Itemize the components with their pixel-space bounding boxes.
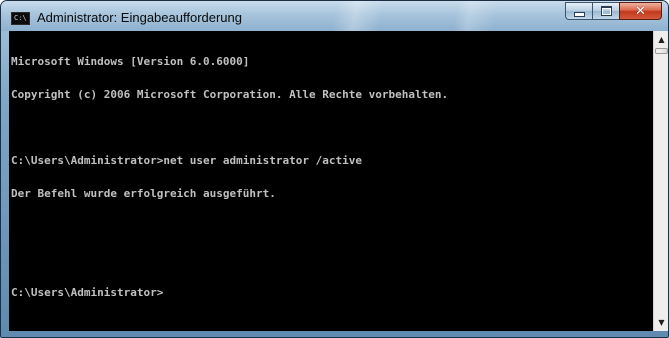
minimize-button[interactable] (565, 2, 592, 20)
window-controls: ✕ (565, 2, 662, 21)
close-icon: ✕ (635, 3, 646, 19)
minimize-icon (573, 11, 585, 17)
console-window: C:\ Administrator: Eingabeaufforderung ✕… (0, 0, 669, 338)
command-prompt-icon[interactable]: C:\ (11, 12, 30, 25)
console-line: Microsoft Windows [Version 6.0.6000] (11, 55, 250, 68)
title-bar[interactable]: C:\ Administrator: Eingabeaufforderung ✕ (1, 1, 668, 31)
console-prompt-line: C:\Users\Administrator> (11, 286, 164, 299)
arrow-down-icon: ▼ (658, 318, 665, 327)
close-button[interactable]: ✕ (619, 2, 662, 20)
vertical-scrollbar[interactable]: ▲ ▼ (653, 31, 668, 331)
console-text: Microsoft Windows [Version 6.0.6000] Cop… (11, 34, 448, 320)
console-line: Der Befehl wurde erfolgreich ausgeführt. (11, 187, 276, 200)
maximize-button[interactable] (592, 2, 619, 20)
console-output[interactable]: Microsoft Windows [Version 6.0.6000] Cop… (9, 31, 653, 331)
arrow-up-icon: ▲ (658, 35, 665, 44)
scrollbar-thumb[interactable] (655, 48, 668, 54)
console-line: C:\Users\Administrator>net user administ… (11, 154, 362, 167)
scroll-down-button[interactable]: ▼ (654, 314, 668, 331)
console-line: Copyright (c) 2006 Microsoft Corporation… (11, 88, 449, 101)
scroll-up-button[interactable]: ▲ (654, 31, 668, 48)
window-title: Administrator: Eingabeaufforderung (37, 10, 242, 25)
maximize-icon (600, 6, 612, 16)
